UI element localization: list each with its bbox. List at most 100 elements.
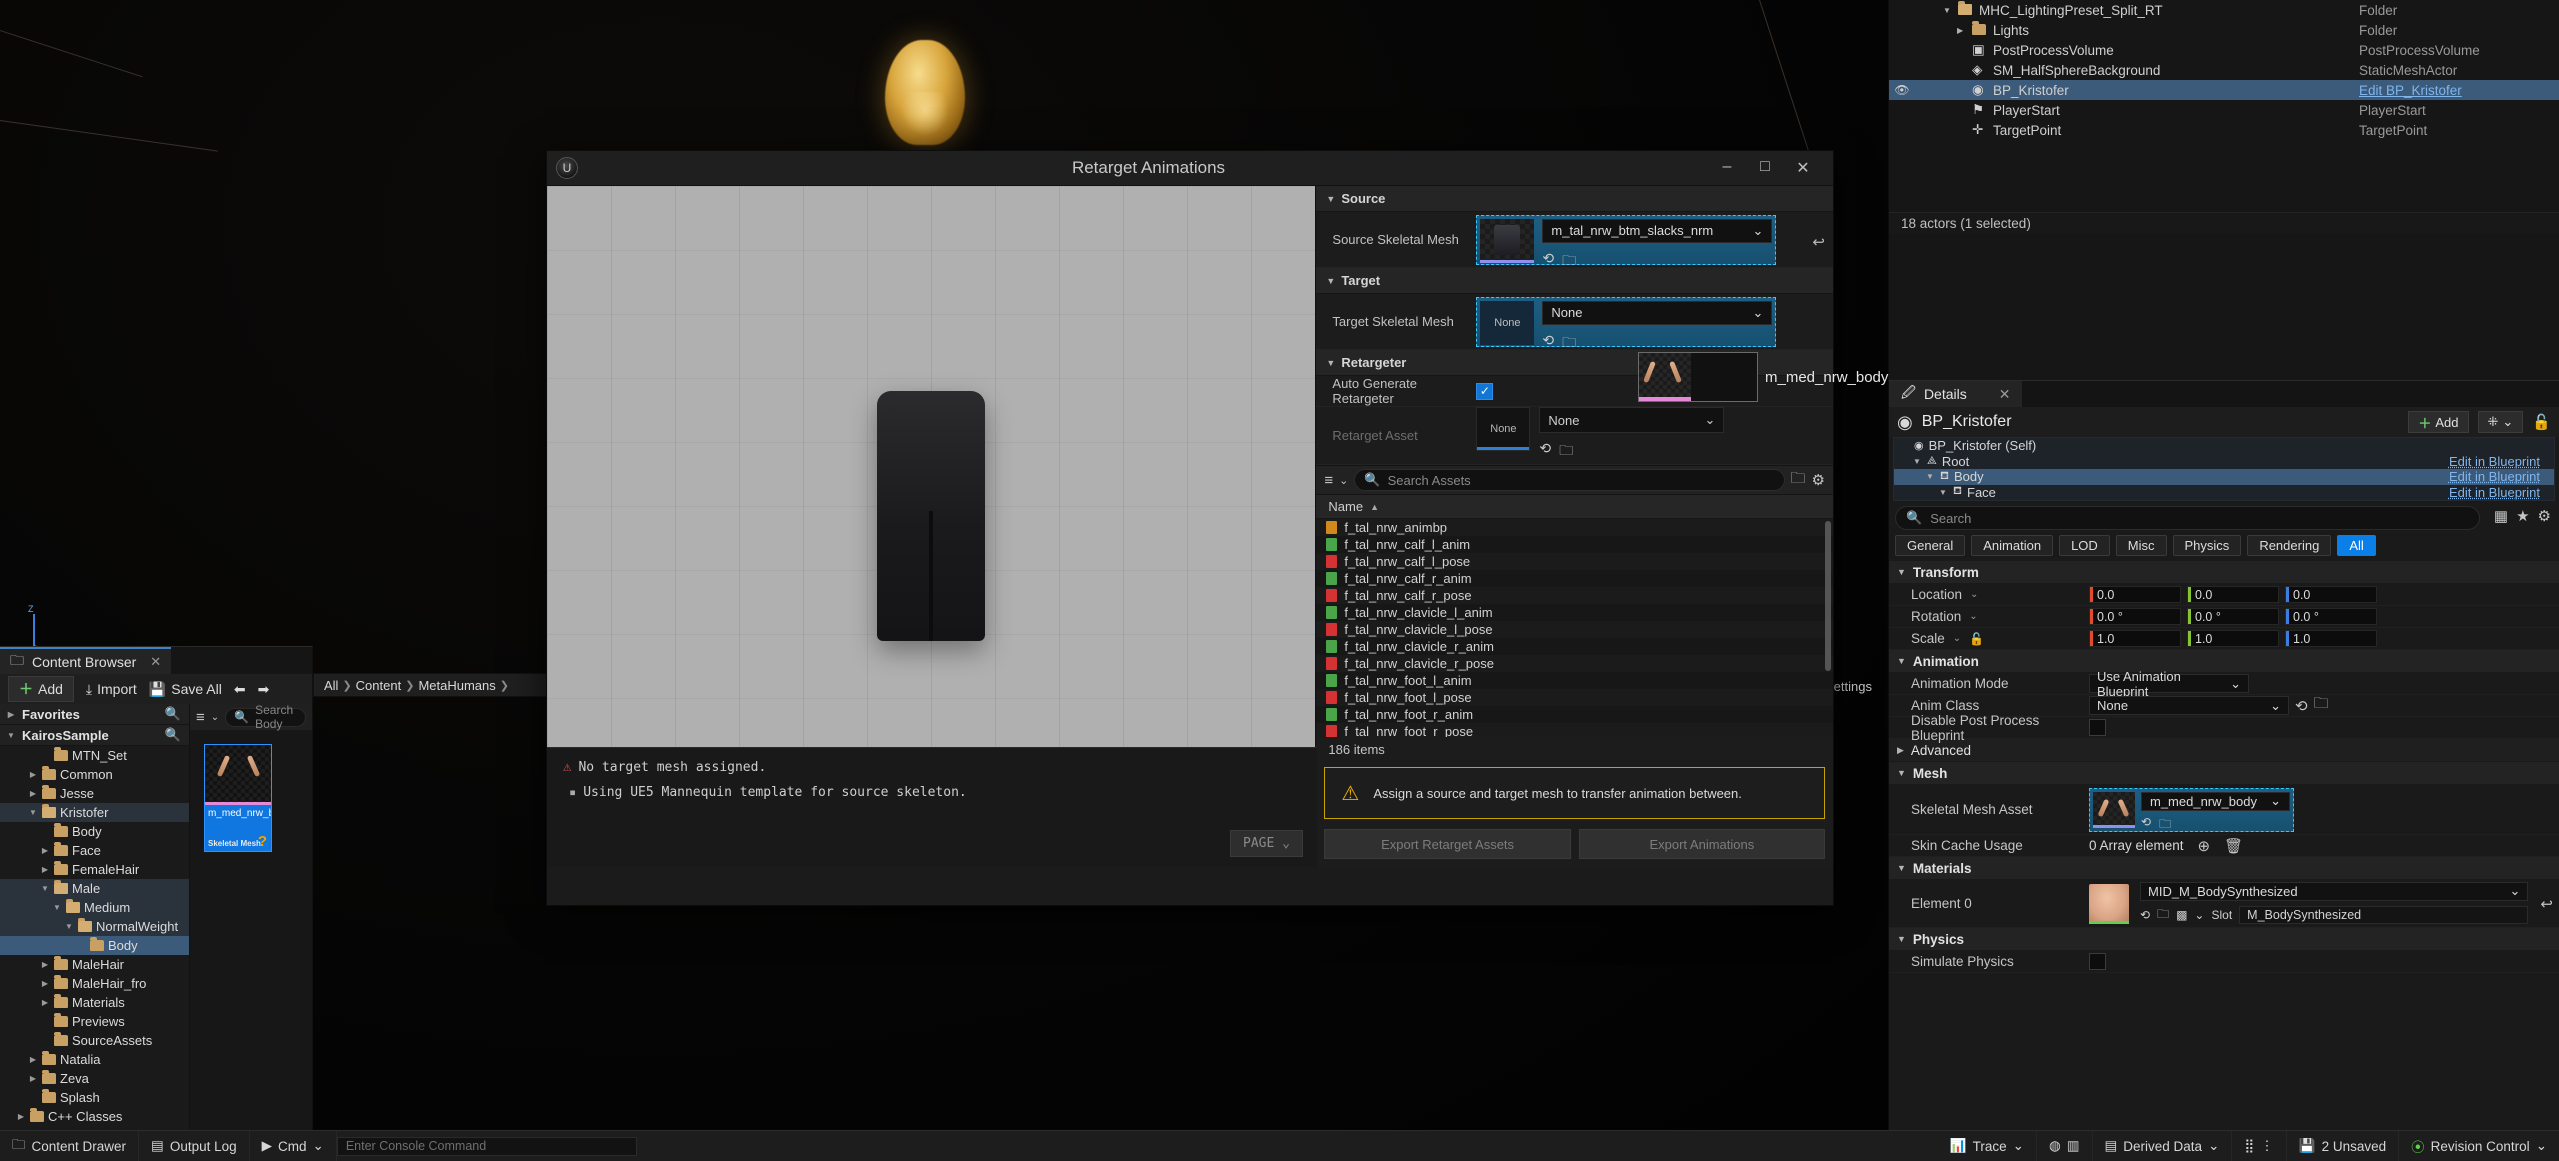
tree-expander-icon[interactable]: ▶ (16, 1112, 26, 1121)
folder-tree-item-femalehair[interactable]: ▶ FemaleHair (0, 860, 189, 879)
stats-icon[interactable]: ▥ (2067, 1138, 2080, 1154)
asset-search-input[interactable]: 🔍 Search Body (225, 703, 306, 731)
browse-to-asset-icon[interactable]: ⟲ (1542, 250, 1554, 274)
reset-to-default-icon[interactable]: ↩ (2534, 895, 2559, 913)
asset-list-row[interactable]: f_tal_nrw_foot_r_pose (1316, 723, 1833, 737)
derived-data-button[interactable]: ▤ Derived Data ⌄ (2093, 1130, 2233, 1161)
asset-list-row[interactable]: f_tal_nrw_foot_l_pose (1316, 689, 1833, 706)
source-section-header[interactable]: ▼ Source (1316, 186, 1833, 212)
folder-tree-item-malehair-fro[interactable]: ▶ MaleHair_fro (0, 974, 189, 993)
chevron-down-icon[interactable]: ⌄ (1969, 611, 1977, 622)
material-options-icon[interactable]: ▩ (2176, 908, 2187, 922)
scale-x-field[interactable]: 1.0 (2089, 630, 2181, 647)
slot-name-field[interactable]: M_BodySynthesized (2239, 906, 2529, 924)
rotation-z-field[interactable]: 0.0 ° (2285, 608, 2377, 625)
asset-list-row[interactable]: f_tal_nrw_calf_l_anim (1316, 536, 1833, 553)
scale-lock-icon[interactable]: 🔓 (1969, 632, 1984, 646)
output-log-button[interactable]: ▤ Output Log (139, 1130, 250, 1161)
performance-icons[interactable]: ◍ ▥ (2037, 1130, 2093, 1161)
details-filter-chips[interactable]: General Animation LOD Misc Physics Rendering A… (1889, 530, 2559, 561)
favorites-group[interactable]: ▶ Favorites 🔍 (0, 704, 189, 725)
location-x-field[interactable]: 0.0 (2089, 586, 2181, 603)
asset-list-row[interactable]: f_tal_nrw_foot_l_anim (1316, 672, 1833, 689)
component-options-button[interactable]: ⁜ ⌄ (2477, 411, 2524, 433)
source-skeletal-mesh-picker[interactable]: m_tal_nrw_btm_slacks_nrm ⌄ ⟲ 🗀 (1476, 214, 1777, 268)
search-assets-input[interactable]: 🔍 Search Assets (1354, 469, 1785, 491)
project-group[interactable]: ▼ KairosSample 🔍 (0, 725, 189, 746)
console-command-input[interactable]: Enter Console Command (336, 1136, 637, 1156)
tree-expander-icon[interactable]: ▼ (1939, 488, 1948, 497)
content-drawer-button[interactable]: 🗀 Content Drawer (0, 1130, 140, 1161)
group-materials[interactable]: ▼ Materials (1889, 857, 2559, 880)
resource-meter[interactable]: ⣿ ⋮ (2232, 1130, 2287, 1161)
asset-list-row[interactable]: f_tal_nrw_clavicle_r_pose (1316, 655, 1833, 672)
source-mesh-combo[interactable]: m_tal_nrw_btm_slacks_nrm ⌄ (1542, 218, 1773, 243)
retarget-preview-viewport[interactable]: Z X ⚠ No target mesh assigned. ▪ Using U… (547, 186, 1317, 867)
page-dropdown-button[interactable]: PAGE ⌄ (1230, 830, 1303, 857)
save-all-button[interactable]: 💾 Save All (149, 681, 222, 698)
unsaved-button[interactable]: 💾 2 Unsaved (2287, 1130, 2400, 1161)
tab-content-browser[interactable]: 🗀 Content Browser ✕ (0, 647, 172, 674)
tree-expander-icon[interactable]: ▶ (28, 1074, 38, 1083)
asset-list-header[interactable]: Name ▲ (1316, 495, 1833, 519)
asset-list-row[interactable]: f_tal_nrw_clavicle_l_pose (1316, 621, 1833, 638)
folder-tree-item-face[interactable]: ▶ Face (0, 841, 189, 860)
import-button[interactable]: ⤓ Import (86, 681, 137, 698)
unlock-icon[interactable]: 🔓 (2532, 413, 2551, 431)
filter-icon[interactable]: ≡ (196, 709, 205, 726)
folder-tree-item-splash[interactable]: Splash (0, 1088, 189, 1107)
asset-list-row[interactable]: f_tal_nrw_calf_r_pose (1316, 587, 1833, 604)
folder-tree-item-body[interactable]: Body (0, 936, 189, 955)
component-row-root[interactable]: ▼ ⟁ Root Edit in Blueprint (1894, 454, 2554, 470)
material-combo[interactable]: MID_M_BodySynthesized ⌄ (2140, 881, 2529, 901)
component-row-face[interactable]: ▼ ⛾ Face Edit in Blueprint (1894, 485, 2554, 501)
breadcrumb-metahumans[interactable]: MetaHumans (418, 678, 495, 693)
tree-expander-icon[interactable]: ▼ (1913, 457, 1922, 466)
find-in-content-browser-icon[interactable]: 🗀 (2159, 815, 2171, 836)
tree-expander-icon[interactable]: ▼ (1926, 472, 1935, 481)
export-animations-button[interactable]: Export Animations (1578, 829, 1825, 859)
folder-tree-item-c-classes[interactable]: ▶ C++ Classes (0, 1107, 189, 1126)
close-icon[interactable]: ✕ (150, 654, 161, 670)
disable-ppbp-checkbox[interactable] (2089, 719, 2106, 736)
asset-list-row[interactable]: f_tal_nrw_foot_r_anim (1316, 706, 1833, 723)
tree-expander-icon[interactable]: ▼ (64, 922, 74, 931)
find-in-content-browser-icon[interactable]: 🗀 (1562, 332, 1576, 356)
asset-list-row[interactable]: f_tal_nrw_calf_r_anim (1316, 570, 1833, 587)
visibility-eye-icon[interactable]: 👁 (1889, 83, 1915, 97)
group-transform[interactable]: ▼ Transform (1889, 561, 2559, 584)
asset-list-row[interactable]: f_tal_nrw_calf_l_pose (1316, 553, 1833, 570)
tree-expander-icon[interactable]: ▶ (40, 960, 50, 969)
new-folder-icon[interactable]: 🗀 (1791, 468, 1806, 493)
anim-class-combo[interactable]: None ⌄ (2089, 696, 2289, 715)
animation-mode-combo[interactable]: Use Animation Blueprint ⌄ (2089, 669, 2249, 699)
timer-icon[interactable]: ◍ (2049, 1138, 2061, 1154)
gear-icon[interactable]: ⚙ (1812, 471, 1825, 489)
gear-icon[interactable]: ⚙ (2538, 507, 2551, 525)
close-icon[interactable]: ✕ (1999, 386, 2011, 403)
tree-expander-icon[interactable]: ▶ (1957, 26, 1967, 35)
folder-tree-item-mtn-set[interactable]: MTN_Set (0, 746, 189, 765)
asset-list-scrollbar[interactable] (1825, 521, 1831, 671)
location-y-field[interactable]: 0.0 (2187, 586, 2279, 603)
asset-list-row[interactable]: f_tal_nrw_animbp (1316, 519, 1833, 536)
browse-to-asset-icon[interactable]: ⟲ (2140, 908, 2150, 922)
scale-y-field[interactable]: 1.0 (2187, 630, 2279, 647)
find-in-content-browser-icon[interactable]: 🗀 (1559, 440, 1573, 464)
outliner-row-postprocessvolume[interactable]: ▣ PostProcessVolume PostProcessVolume (1889, 40, 2559, 60)
chevron-down-icon[interactable]: ⌄ (1339, 474, 1348, 487)
details-filter-all[interactable]: All (2337, 535, 2376, 556)
scale-z-field[interactable]: 1.0 (2285, 630, 2377, 647)
folder-tree-item-sourceassets[interactable]: SourceAssets (0, 1031, 189, 1050)
add-component-button[interactable]: ＋ Add (2408, 411, 2469, 433)
details-filter-general[interactable]: General (1895, 535, 1966, 556)
nav-forward-icon[interactable]: ➡ (258, 681, 270, 698)
edit-in-blueprint-link[interactable]: Edit in Blueprint (2449, 485, 2554, 500)
add-array-element-icon[interactable]: ⊕ (2198, 837, 2211, 855)
outliner-row-bp-kristofer[interactable]: 👁 ◉ BP_Kristofer Edit BP_Kristofer (1889, 80, 2559, 100)
folder-tree-item-male[interactable]: ▼ Male (0, 879, 189, 898)
group-mesh[interactable]: ▼ Mesh (1889, 762, 2559, 785)
chevron-down-icon[interactable]: ⌄ (1970, 589, 1978, 600)
close-button[interactable]: ✕ (1795, 158, 1811, 178)
details-filter-lod[interactable]: LOD (2059, 535, 2110, 556)
